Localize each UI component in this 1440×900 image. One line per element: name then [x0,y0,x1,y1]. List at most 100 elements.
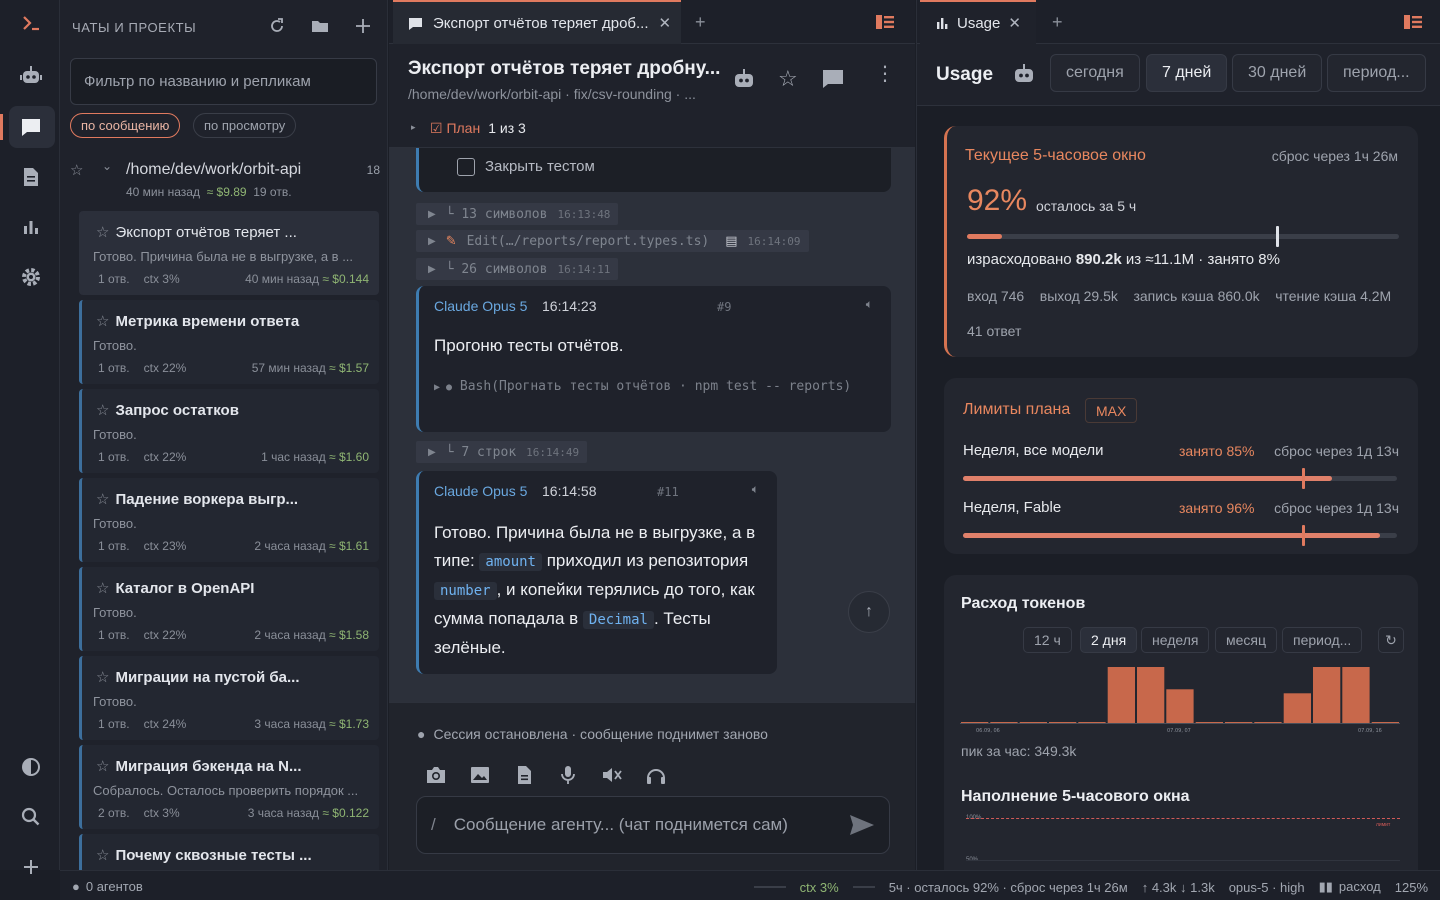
terminal-logo-icon[interactable] [18,10,44,36]
sidebar-chat-item[interactable]: ☆ Каталог в OpenAPI Готово. 1 отв. ctx 22% 2 … [79,567,379,651]
chevron-down-icon[interactable]: ⌄ [102,159,112,173]
speaker-icon[interactable]: 🔈︎ [752,482,759,497]
scroll-up-button[interactable]: ↑ [848,591,890,633]
split-view-icon[interactable] [875,0,895,44]
star-icon[interactable]: ☆ [96,313,109,330]
stats-icon[interactable] [18,214,44,240]
chat-meta-left: 1 отв. ctx 22% [98,628,187,642]
star-icon[interactable]: ☆ [96,580,109,597]
range-30-days[interactable]: 30 дней [1232,54,1323,92]
chat-meta-left: 1 отв. ctx 22% [98,361,187,375]
new-tab-plus-icon[interactable]: + [1052,0,1063,44]
star-icon[interactable]: ☆ [96,669,109,686]
tab-usage[interactable]: Usage ✕ [920,0,1036,44]
todo-item-text: Закрыть тестом [485,158,595,175]
new-tab-plus-icon[interactable]: + [695,0,706,44]
tool-output-row[interactable]: ▶ └ 13 символов 16:13:48 [416,203,619,225]
sort-by-message-chip[interactable]: по сообщению [70,113,181,138]
folder-icon[interactable] [311,18,329,34]
comment-icon[interactable] [821,68,845,90]
sidebar-chat-item[interactable]: ☆ Метрика времени ответа Готово. 1 отв. ctx … [79,300,379,384]
range-custom[interactable]: период... [1327,54,1426,92]
camera-icon[interactable] [425,765,447,785]
token-range-segment[interactable]: 12 ч [1023,627,1072,653]
agent-bot-icon[interactable] [18,62,44,88]
plan-toggle[interactable]: ☑ План 1 из 3 [430,120,526,137]
headphones-icon[interactable] [645,765,667,785]
sort-by-view-chip[interactable]: по просмотру [193,113,297,138]
chat-title: ☆ Каталог в OpenAPI [96,580,255,597]
token-range-segment[interactable]: 2 дня [1080,627,1138,653]
star-icon[interactable]: ☆ [96,758,109,775]
new-chat-plus-icon[interactable] [355,18,371,34]
split-view-icon[interactable] [1403,0,1423,44]
todo-checkbox[interactable] [457,158,475,176]
tool-output-row[interactable]: ▶ └ 7 строк 16:14:49 [416,441,588,463]
window-left-label: осталось за 5 ч [1036,198,1137,214]
star-icon[interactable]: ☆ [70,161,83,179]
star-icon[interactable]: ☆ [96,847,109,864]
agent-bot-icon[interactable] [731,66,757,90]
chat-summary: Готово. [93,605,137,620]
sidebar-chat-item[interactable]: ☆ Миграции на пустой ба... Готово. 1 отв. ct… [79,656,379,740]
token-range-segment[interactable]: период... [1282,627,1363,653]
send-icon[interactable] [849,814,875,836]
range-7-days[interactable]: 7 дней [1146,54,1228,92]
message-input[interactable]: / Сообщение агенту... (чат поднимется са… [416,796,890,854]
document-icon[interactable] [513,765,535,785]
limit-marker [1301,468,1305,489]
image-icon[interactable] [469,765,491,785]
close-tab-icon[interactable]: ✕ [1008,14,1021,32]
speaker-mute-icon[interactable] [601,765,623,785]
sidebar-chat-item[interactable]: ☆ Почему сквозные тесты ... [79,834,379,870]
star-icon[interactable]: ☆ [778,66,798,92]
star-icon[interactable]: ☆ [96,491,109,508]
more-vertical-icon[interactable]: ⋮ [875,64,895,84]
chat-title: Экспорт отчётов теряет дробну... [408,58,721,79]
chat-meta-right: 1 час назад ≈ $1.60 [261,450,369,464]
token-range-segment[interactable]: неделя [1141,627,1210,653]
refresh-icon[interactable]: ↻ [1378,627,1404,653]
zoom-level[interactable]: 125% [1395,880,1428,895]
model-status[interactable]: opus-5 · high [1229,880,1305,895]
window-title: Текущее 5-часовое окно [965,147,1146,164]
add-icon[interactable] [18,854,44,880]
window-status[interactable]: 5ч · осталось 92% · сброс через 1ч 26м [889,880,1128,895]
sidebar-chat-item[interactable]: ☆ Экспорт отчётов теряет ... Готово. Причи… [79,211,379,295]
fill-limit-line [966,818,1400,819]
tab-chat[interactable]: Экспорт отчётов теряет дроб... ✕ [393,0,681,44]
agents-status[interactable]: ● 0 агентов [72,879,143,894]
sidebar-chat-item[interactable]: ☆ Запрос остатков Готово. 1 отв. ctx 22% 1 ча… [79,389,379,473]
range-today[interactable]: сегодня [1050,54,1140,92]
theme-icon[interactable] [18,754,44,780]
chats-icon[interactable] [18,114,44,140]
close-tab-icon[interactable]: ✕ [659,14,672,32]
star-icon[interactable]: ☆ [96,224,109,241]
window-reset: сброс через 1ч 26м [1271,148,1398,164]
bash-tool-call[interactable]: ▶ ● Bash(Прогнать тесты отчётов · npm te… [434,376,854,399]
sidebar-chat-item[interactable]: ☆ Падение воркера выгр... Готово. 1 отв. ctx… [79,478,379,562]
chat-filter-input[interactable]: Фильтр по названию и репликам [70,58,377,105]
plan-expand-icon[interactable]: ▸ [411,122,416,133]
search-icon[interactable] [18,804,44,830]
message-list: Закрыть тестом ▶ └ 13 символов 16:13:48 ▶ ✎… [389,148,915,702]
refresh-icon[interactable] [269,18,285,34]
limit-reset: сброс через 1д 13ч [1274,443,1399,459]
tool-edit-row[interactable]: ▶ ✎ Edit(…/reports/report.types.ts) ▤ 16:14:… [416,230,809,252]
speaker-icon[interactable]: 🔈︎ [866,297,873,312]
status-bar: ● 0 агентов ctx 3% 5ч · осталось 92% · сб… [60,870,1440,900]
token-range-segment[interactable]: месяц [1215,627,1278,653]
window-usage-bar [967,226,1399,247]
ctx-meter [753,886,786,888]
agent-bot-icon[interactable] [1011,62,1037,86]
microphone-icon[interactable] [557,765,579,785]
spend-link[interactable]: ▮▮ расход [1319,879,1381,895]
sidebar-chat-item[interactable]: ☆ Миграция бэкенда на N... Собралось. Оста… [79,745,379,829]
todo-card: Закрыть тестом [416,148,891,192]
settings-gear-icon[interactable] [18,264,44,290]
star-icon[interactable]: ☆ [96,402,109,419]
project-chat-count: 18 [366,163,380,177]
tool-output-row[interactable]: ▶ └ 26 символов 16:14:11 [416,258,619,280]
document-icon[interactable] [18,164,44,190]
chart-x-tick: 06.09, 06 [976,728,1000,734]
